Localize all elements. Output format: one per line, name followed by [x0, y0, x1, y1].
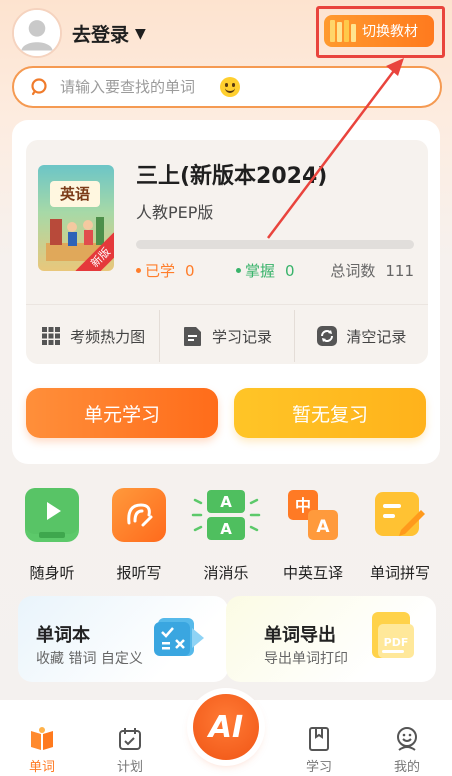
- nav-study-label: 学习: [305, 760, 332, 775]
- total-label: 总词数: [330, 262, 376, 280]
- nav-words-label: 单词: [28, 760, 55, 775]
- switch-textbook-button[interactable]: 切换教材: [324, 15, 434, 47]
- wordbook-subtitle: 收藏 错词 自定义: [36, 651, 143, 667]
- user-icon: [14, 10, 60, 56]
- divider: [26, 304, 428, 305]
- feature-spelling-label: 单词拼写: [369, 564, 430, 582]
- ear-icon: [112, 488, 166, 542]
- study-stats: 已学 0 掌握 0 总词数 111: [136, 260, 414, 280]
- heatmap-label: 考频热力图: [70, 327, 146, 346]
- nav-plan[interactable]: 计划: [100, 726, 160, 775]
- grid-icon: [40, 325, 62, 347]
- clear-record-button[interactable]: 清空记录: [295, 310, 428, 362]
- mastered-stat: 掌握 0: [236, 260, 295, 281]
- bookmark-book-icon: [309, 727, 329, 751]
- book-edition: 人教PEP版: [136, 203, 214, 222]
- learned-stat: 已学 0: [136, 260, 195, 281]
- feature-spelling[interactable]: 单词拼写: [360, 488, 440, 584]
- books-icon: [330, 20, 356, 42]
- play-icon: [25, 488, 79, 542]
- feature-match[interactable]: A A 消消乐: [186, 488, 266, 584]
- total-stat: 总词数 111: [330, 260, 414, 281]
- avatar[interactable]: [12, 8, 62, 58]
- nav-study[interactable]: 学习: [289, 726, 349, 775]
- export-title: 单词导出: [264, 625, 336, 646]
- wordbook-icon: [154, 618, 204, 656]
- learned-dot-icon: [136, 268, 141, 273]
- nav-me[interactable]: 我的: [377, 726, 437, 775]
- search-bar[interactable]: [12, 66, 442, 108]
- nav-plan-label: 计划: [116, 760, 143, 775]
- match-top-letter: A: [220, 493, 232, 511]
- pencil-icon: [373, 488, 427, 542]
- record-actions: 考频热力图 学习记录 清空记录: [26, 310, 428, 362]
- translate-en-glyph: A: [316, 517, 330, 537]
- login-label: 去登录: [72, 24, 130, 46]
- mastered-dot-icon: [236, 268, 241, 273]
- cover-title: 英语: [50, 181, 100, 207]
- nav-words[interactable]: 单词: [12, 726, 72, 775]
- mastered-value: 0: [285, 261, 295, 280]
- calendar-icon: [119, 728, 141, 750]
- search-input[interactable]: [60, 78, 210, 96]
- export-card[interactable]: 单词导出 导出单词打印 PDF: [226, 596, 436, 682]
- heatmap-button[interactable]: 考频热力图: [26, 310, 161, 362]
- caret-down-icon: ▼: [135, 25, 146, 42]
- wordbook-card[interactable]: 单词本 收藏 错词 自定义: [18, 596, 228, 682]
- match-bottom-letter: A: [220, 520, 232, 538]
- translate-cn-glyph: 中: [295, 496, 311, 515]
- learned-label: 已学: [145, 262, 176, 280]
- login-button[interactable]: 去登录 ▼: [72, 20, 146, 47]
- smile-emoji-icon: [220, 77, 240, 97]
- feature-dictation-label: 报听写: [116, 564, 162, 582]
- review-button[interactable]: 暂无复习: [234, 388, 426, 438]
- smile-face-icon: [397, 727, 417, 751]
- learned-value: 0: [185, 261, 195, 280]
- total-value: 111: [385, 261, 414, 280]
- export-subtitle: 导出单词打印: [264, 651, 348, 667]
- clear-record-label: 清空记录: [346, 327, 407, 346]
- feature-dictation[interactable]: 报听写: [99, 488, 179, 584]
- translate-icon: 中 A: [286, 488, 340, 542]
- book-title: 三上(新版本2024): [136, 164, 328, 189]
- study-progress-bar: [136, 240, 414, 249]
- unit-study-button[interactable]: 单元学习: [26, 388, 218, 438]
- book-cover[interactable]: 英语 新版: [38, 165, 114, 271]
- feature-match-label: 消消乐: [203, 564, 249, 582]
- search-icon: [31, 78, 47, 96]
- pdf-icon: PDF: [372, 612, 414, 658]
- wordbook-title: 单词本: [36, 625, 90, 646]
- pdf-icon-text: PDF: [384, 636, 409, 649]
- refresh-icon: [316, 325, 338, 347]
- ai-button[interactable]: AI: [193, 694, 259, 760]
- match-icon: A A: [191, 488, 261, 542]
- feature-translate[interactable]: 中 A 中英互译: [273, 488, 353, 584]
- mastered-label: 掌握: [245, 262, 276, 280]
- feature-translate-label: 中英互译: [282, 564, 343, 582]
- book-open-icon: [31, 727, 53, 750]
- feature-grid: 随身听 报听写 A A 消消乐 中 A 中英互译 单词拼写: [12, 488, 440, 584]
- study-record-button[interactable]: 学习记录: [160, 310, 295, 362]
- switch-textbook-label: 切换教材: [362, 24, 418, 40]
- document-icon: [182, 325, 204, 347]
- feature-listen[interactable]: 随身听: [12, 488, 92, 584]
- feature-listen-label: 随身听: [29, 564, 75, 582]
- study-record-label: 学习记录: [211, 327, 272, 346]
- nav-me-label: 我的: [393, 760, 420, 775]
